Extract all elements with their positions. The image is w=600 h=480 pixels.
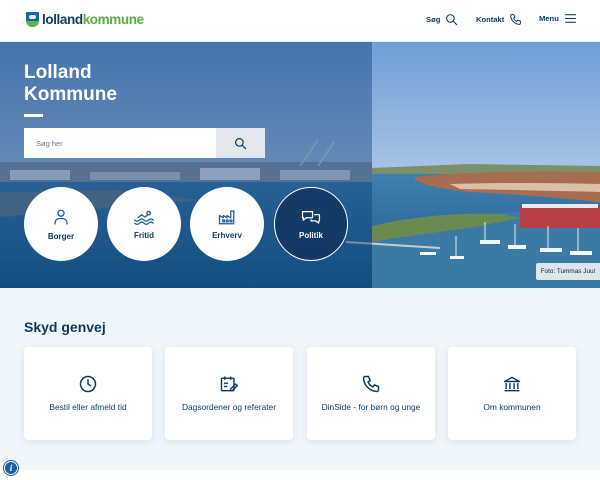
page-footer-edge: [0, 470, 600, 480]
category-label: Erhverv: [212, 230, 242, 240]
factory-icon: [218, 209, 235, 224]
search-icon: [446, 14, 458, 26]
page-title: Lolland Kommune: [24, 62, 117, 105]
shortcuts-section: Skyd genvej Bestil eller afmeld tid Dags…: [0, 288, 600, 470]
category-label: Politik: [298, 230, 323, 240]
shortcut-dinside[interactable]: DinSide - for børn og unge: [307, 347, 435, 440]
speech-bubbles-icon: [301, 210, 321, 224]
category-label: Fritid: [134, 230, 154, 240]
nav-contact-button[interactable]: Kontakt: [476, 13, 522, 26]
hamburger-icon: [564, 14, 576, 23]
category-borger[interactable]: Borger: [24, 187, 98, 261]
logo-text: lollandkommune: [42, 12, 144, 27]
category-label: Borger: [47, 231, 75, 241]
shortcut-label: Om kommunen: [483, 401, 541, 412]
nav-search-label: Søg: [426, 15, 441, 24]
shortcut-label: DinSide - for børn og unge: [321, 401, 421, 412]
nav-menu-label: Menu: [539, 14, 559, 23]
phone-icon: [510, 14, 522, 25]
calendar-edit-icon: [220, 376, 239, 391]
nav-menu-button[interactable]: Menu: [539, 13, 577, 24]
shortcut-agendas[interactable]: Dagsordener og referater: [165, 347, 293, 440]
category-politik[interactable]: Politik: [274, 187, 348, 261]
search-button[interactable]: [216, 128, 265, 158]
info-icon[interactable]: i: [4, 461, 18, 475]
site-logo[interactable]: lollandkommune: [26, 12, 144, 27]
hero-search: [24, 128, 265, 158]
hero-banner: Lolland Kommune Borger Fritid Erhverv Po…: [0, 42, 600, 288]
shortcut-label: Bestil eller afmeld tid: [49, 401, 127, 412]
category-fritid[interactable]: Fritid: [107, 187, 181, 261]
clock-icon: [79, 375, 97, 392]
site-header: lollandkommune Søg Kontakt Menu: [0, 0, 600, 42]
person-icon: [54, 209, 68, 224]
shortcut-about[interactable]: Om kommunen: [448, 347, 576, 440]
swimmer-icon: [134, 210, 154, 225]
coat-of-arms-icon: [26, 12, 39, 27]
photo-credit: Foto: Tummas Juul: [535, 263, 600, 280]
section-title: Skyd genvej: [24, 319, 106, 335]
title-underline: [24, 114, 43, 117]
search-icon: [235, 137, 247, 149]
town-hall-icon: [503, 376, 521, 391]
shortcut-book-appointment[interactable]: Bestil eller afmeld tid: [24, 347, 152, 440]
category-erhverv[interactable]: Erhverv: [190, 187, 264, 261]
shortcut-label: Dagsordener og referater: [181, 401, 277, 412]
nav-contact-label: Kontakt: [476, 15, 505, 24]
phone-icon: [362, 375, 380, 392]
search-input[interactable]: [24, 128, 216, 158]
nav-search-button[interactable]: Søg: [426, 13, 458, 26]
